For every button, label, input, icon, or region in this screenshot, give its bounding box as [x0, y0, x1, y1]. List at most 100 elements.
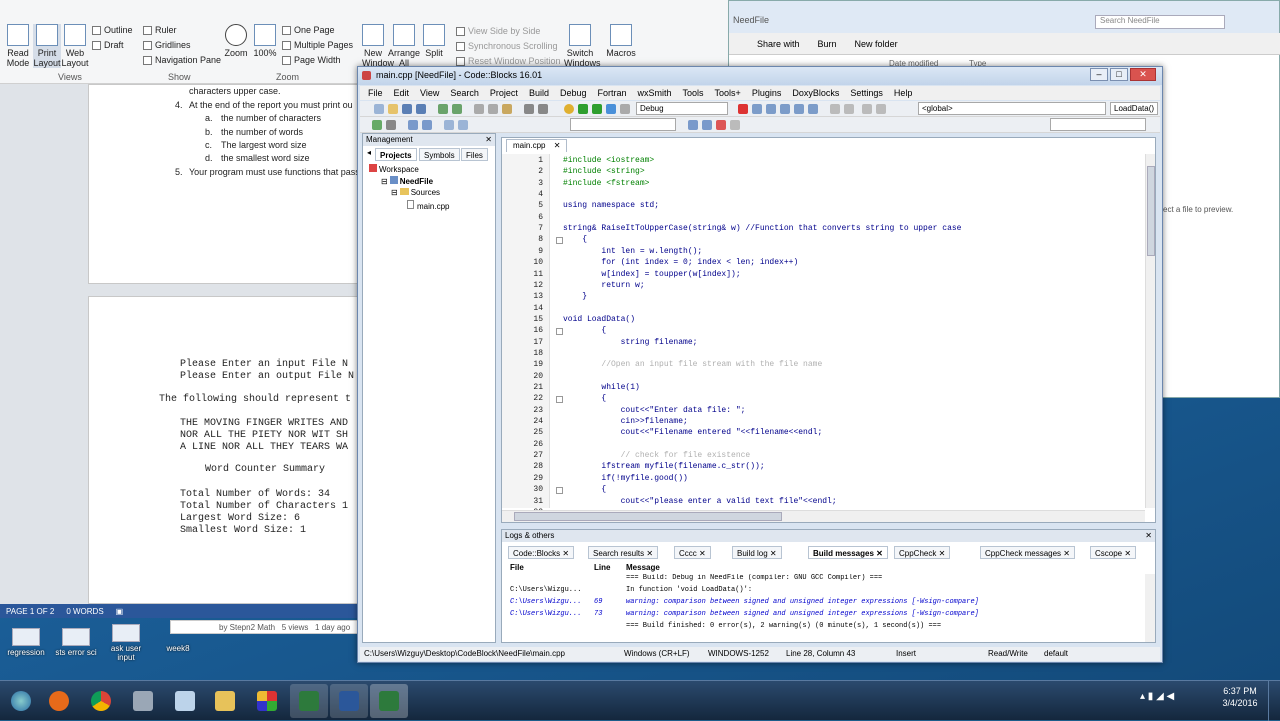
log-cell-message[interactable]: === Build: Debug in NeedFile (compiler: … [626, 574, 882, 582]
draft-button[interactable]: Draft [92, 40, 124, 50]
menu-item-tools-[interactable]: Tools+ [715, 88, 741, 98]
undo-icon[interactable] [438, 104, 448, 114]
tab-projects[interactable]: Projects [375, 148, 417, 161]
proofing-icon[interactable]: ▣ [116, 607, 124, 616]
menu-item-debug[interactable]: Debug [560, 88, 587, 98]
back-arrow-icon[interactable] [688, 120, 698, 130]
tree-workspace[interactable]: Workspace [369, 164, 419, 174]
tab-scroll-left-icon[interactable]: ◂ [367, 148, 371, 157]
log-tab-code-blocks[interactable]: Code::Blocks ✕ [508, 546, 574, 559]
outline-button[interactable]: Outline [92, 25, 133, 35]
desktop-icon-ask-user-input[interactable]: ask user input [106, 624, 146, 664]
log-tab-cppcheck-messages[interactable]: CppCheck messages ✕ [980, 546, 1075, 559]
run-to-cursor-icon[interactable] [752, 104, 762, 114]
close-tab-icon[interactable]: ✕ [644, 549, 653, 558]
column-file[interactable]: File [510, 563, 524, 572]
one-page-button[interactable]: One Page [282, 25, 335, 35]
print-layout-button[interactable]: Print Layout [33, 24, 61, 68]
search-box[interactable] [1050, 118, 1146, 131]
save-icon[interactable] [402, 104, 412, 114]
search-combo[interactable] [570, 118, 676, 131]
navigation-pane-checkbox[interactable]: Navigation Pane [143, 55, 221, 65]
reset-window-position-button[interactable]: Reset Window Position [456, 56, 561, 66]
minimize-button[interactable]: – [1090, 68, 1108, 81]
page-width-button[interactable]: Page Width [282, 55, 341, 65]
tray-icons[interactable]: ▴ ▮ ◢ ◀ [1140, 691, 1174, 702]
log-tab-build-messages[interactable]: Build messages ✕ [808, 546, 888, 559]
ruler-checkbox[interactable]: Ruler [143, 25, 177, 35]
redo-icon[interactable] [452, 104, 462, 114]
rebuild-icon[interactable] [606, 104, 616, 114]
close-tab-icon[interactable]: ✕ [874, 549, 883, 558]
menu-item-build[interactable]: Build [529, 88, 549, 98]
debug-windows-icon[interactable] [862, 104, 872, 114]
tree-file-main-cpp[interactable]: main.cpp [407, 200, 449, 211]
close-button[interactable]: ✕ [1130, 68, 1156, 81]
close-tab-icon[interactable]: ✕ [697, 549, 706, 558]
log-cell-file[interactable]: C:\Users\Wizgu... [510, 598, 581, 606]
find-icon[interactable] [524, 104, 534, 114]
stop-debugger-icon[interactable] [844, 104, 854, 114]
log-cell-line[interactable]: 69 [594, 598, 602, 606]
menu-item-help[interactable]: Help [894, 88, 913, 98]
log-cell-line[interactable]: 73 [594, 610, 602, 618]
desktop-icon-regression[interactable]: regression [6, 628, 46, 664]
page-count[interactable]: PAGE 1 OF 2 [6, 607, 54, 616]
taskbar-tools[interactable] [124, 684, 162, 718]
fold-marker-icon[interactable] [556, 328, 563, 335]
log-cell-message[interactable]: warning: comparison between signed and u… [626, 610, 979, 618]
collapse-icon[interactable]: ⊟ [381, 177, 388, 186]
maximize-button[interactable]: □ [1110, 68, 1128, 81]
share-with-button[interactable]: Share with [757, 39, 800, 49]
close-tab-icon[interactable]: ✕ [554, 141, 561, 150]
taskbar-word[interactable] [330, 684, 368, 718]
code-text-area[interactable]: #include <iostream>#include <string>#inc… [502, 154, 1144, 508]
menu-item-wxsmith[interactable]: wxSmith [638, 88, 672, 98]
new-folder-button[interactable]: New folder [855, 39, 898, 49]
cut-icon[interactable] [474, 104, 484, 114]
html-icon[interactable] [458, 120, 468, 130]
word-document-area[interactable]: characters upper case. 4. At the end of … [0, 84, 362, 604]
close-tab-icon[interactable]: ✕ [1061, 549, 1070, 558]
replace-icon[interactable] [538, 104, 548, 114]
horizontal-scrollbar[interactable] [502, 510, 1145, 522]
read-mode-button[interactable]: Read Mode [4, 24, 32, 68]
multiple-pages-button[interactable]: Multiple Pages [282, 40, 353, 50]
menu-item-file[interactable]: File [368, 88, 383, 98]
abort-icon[interactable] [620, 104, 630, 114]
show-desktop-button[interactable] [1268, 681, 1280, 721]
step-into-icon[interactable] [780, 104, 790, 114]
menu-item-fortran[interactable]: Fortran [597, 88, 626, 98]
log-tab-cccc[interactable]: Cccc ✕ [674, 546, 711, 559]
menu-item-project[interactable]: Project [490, 88, 518, 98]
highlight-icon[interactable] [716, 120, 726, 130]
next-line-icon[interactable] [766, 104, 776, 114]
code-editor[interactable]: main.cpp ✕ 12345678910111213141516171819… [501, 137, 1156, 523]
build-and-run-icon[interactable] [592, 104, 602, 114]
menu-item-settings[interactable]: Settings [850, 88, 883, 98]
explorer-search-input[interactable]: Search NeedFile [1095, 15, 1225, 29]
menu-item-doxyblocks[interactable]: DoxyBlocks [792, 88, 839, 98]
new-window-button[interactable]: New Window [362, 24, 384, 68]
codeblocks-titlebar[interactable]: main.cpp [NeedFile] - Code::Blocks 16.01… [358, 67, 1162, 85]
taskbar-explorer[interactable] [206, 684, 244, 718]
close-tab-icon[interactable]: ✕ [560, 549, 569, 558]
tab-symbols[interactable]: Symbols [419, 148, 460, 161]
run-icon[interactable] [578, 104, 588, 114]
view-side-by-side-button[interactable]: View Side by Side [456, 26, 540, 36]
arrange-all-button[interactable]: Arrange All [388, 24, 420, 68]
tree-project[interactable]: ⊟NeedFile [381, 176, 433, 186]
new-file-icon[interactable] [374, 104, 384, 114]
tree-folder-sources[interactable]: ⊟Sources [391, 188, 440, 197]
web-layout-button[interactable]: Web Layout [61, 24, 89, 68]
desktop-icon-sts-error[interactable]: sts error sci [52, 628, 100, 664]
start-button[interactable] [2, 684, 38, 718]
editor-tab-main-cpp[interactable]: main.cpp ✕ [506, 139, 567, 152]
build-gear-icon[interactable] [564, 104, 574, 114]
log-cell-file[interactable]: C:\Users\Wizgu... [510, 610, 581, 618]
word-count[interactable]: 0 WORDS [66, 607, 103, 616]
column-line[interactable]: Line [594, 563, 610, 572]
collapse-icon[interactable]: ⊟ [391, 188, 398, 197]
scrollbar-thumb[interactable] [514, 512, 782, 521]
column-message[interactable]: Message [626, 563, 660, 572]
